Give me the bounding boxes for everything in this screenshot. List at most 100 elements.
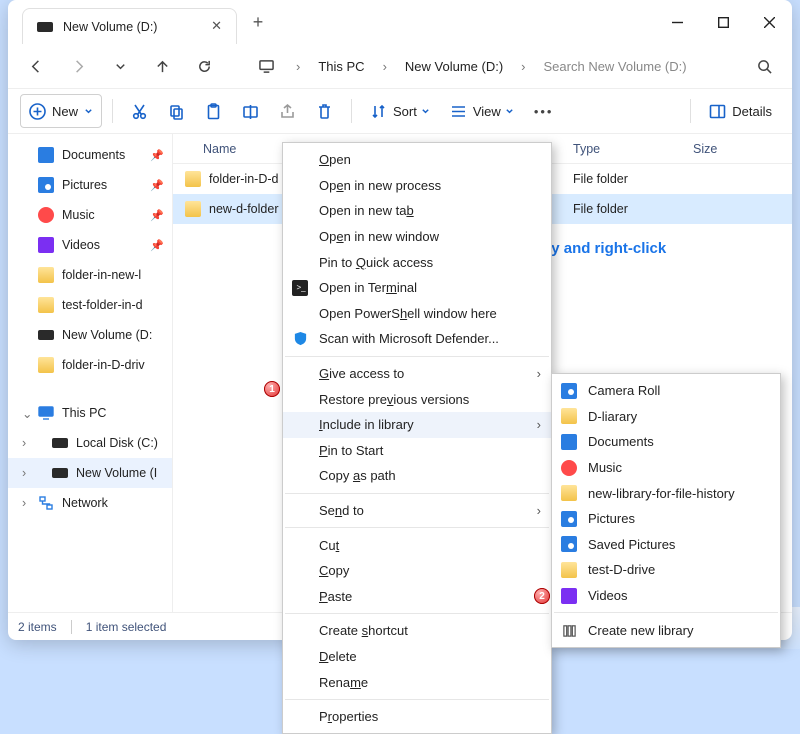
tab-close-icon[interactable]: ✕ xyxy=(211,19,222,34)
details-pane-button[interactable]: Details xyxy=(701,94,780,128)
recent-button[interactable] xyxy=(102,48,138,84)
column-size[interactable]: Size xyxy=(693,142,773,156)
forward-button[interactable] xyxy=(60,48,96,84)
step-badge-1: 1 xyxy=(264,381,280,397)
menu-item[interactable]: Paste xyxy=(283,584,551,610)
copy-button[interactable] xyxy=(160,94,193,128)
sidebar-item[interactable]: Music📌 xyxy=(8,200,172,230)
sort-button[interactable]: Sort xyxy=(362,94,438,128)
pin-icon: 📌 xyxy=(150,149,164,162)
refresh-button[interactable] xyxy=(186,48,222,84)
sidebar-drive[interactable]: ›New Volume (I xyxy=(8,458,172,488)
delete-button[interactable] xyxy=(308,94,341,128)
breadcrumb-chevron[interactable]: › xyxy=(290,59,306,74)
menu-item[interactable]: Properties xyxy=(283,704,551,730)
pic-icon xyxy=(561,511,577,527)
sidebar-item[interactable]: folder-in-D-driv xyxy=(8,350,172,380)
folder-icon xyxy=(38,267,54,283)
menu-item[interactable]: Restore previous versions xyxy=(283,386,551,412)
menu-item[interactable]: Cut xyxy=(283,532,551,558)
library-menu-item[interactable]: test-D-drive xyxy=(552,557,780,583)
menu-item[interactable]: Open in new tab xyxy=(283,198,551,224)
library-menu-item[interactable]: Camera Roll xyxy=(552,378,780,404)
menu-item[interactable]: >_Open in Terminal xyxy=(283,275,551,301)
up-button[interactable] xyxy=(144,48,180,84)
breadcrumb-this-pc[interactable]: This PC xyxy=(312,59,370,74)
folder-icon xyxy=(561,485,577,501)
menu-item[interactable]: Give access to› xyxy=(283,361,551,387)
folder-icon xyxy=(38,297,54,313)
pc-icon xyxy=(38,405,54,421)
menu-item[interactable]: Open in new process xyxy=(283,173,551,199)
menu-item[interactable]: Open PowerShell window here xyxy=(283,301,551,327)
video-icon xyxy=(561,588,577,604)
status-item-count: 2 items xyxy=(18,620,57,634)
new-button[interactable]: New xyxy=(20,94,102,128)
menu-item[interactable]: Scan with Microsoft Defender... xyxy=(283,326,551,352)
pic-icon xyxy=(561,536,577,552)
library-menu-item[interactable]: D-liarary xyxy=(552,404,780,430)
sidebar-drive[interactable]: ›Local Disk (C:) xyxy=(8,428,172,458)
sort-label: Sort xyxy=(393,104,417,119)
library-menu-item[interactable]: new-library-for-file-history xyxy=(552,480,780,506)
folder-icon xyxy=(561,408,577,424)
pc-icon[interactable] xyxy=(248,48,284,84)
sidebar-item[interactable]: folder-in-new-l xyxy=(8,260,172,290)
status-selection: 1 item selected xyxy=(86,620,167,634)
menu-item[interactable]: Delete xyxy=(283,644,551,670)
folder-icon xyxy=(38,357,54,373)
drive-icon xyxy=(52,438,68,448)
music-icon xyxy=(38,207,54,223)
submenu-arrow-icon: › xyxy=(537,366,541,381)
column-type[interactable]: Type xyxy=(573,142,693,156)
breadcrumb-volume[interactable]: New Volume (D:) xyxy=(399,59,509,74)
sidebar-this-pc[interactable]: ⌄This PC xyxy=(8,398,172,428)
menu-item[interactable]: Create shortcut xyxy=(283,618,551,644)
sidebar-item[interactable]: Documents📌 xyxy=(8,140,172,170)
menu-item[interactable]: Pin to Quick access xyxy=(283,249,551,275)
sidebar-network[interactable]: ›Network xyxy=(8,488,172,518)
rename-button[interactable] xyxy=(234,94,267,128)
menu-item[interactable]: Copy as path xyxy=(283,463,551,489)
library-menu-item[interactable]: Music xyxy=(552,455,780,481)
back-button[interactable] xyxy=(18,48,54,84)
network-icon xyxy=(38,495,54,511)
menu-item[interactable]: Pin to Start xyxy=(283,438,551,464)
library-menu-item[interactable]: Videos xyxy=(552,583,780,609)
share-button[interactable] xyxy=(271,94,304,128)
sidebar-item[interactable]: test-folder-in-d xyxy=(8,290,172,320)
new-tab-button[interactable]: + xyxy=(243,12,273,33)
library-menu-item[interactable]: Documents xyxy=(552,429,780,455)
minimize-button[interactable] xyxy=(654,2,700,42)
pin-icon: 📌 xyxy=(150,239,164,252)
submenu-arrow-icon: › xyxy=(537,417,541,432)
menu-item[interactable]: Open in new window xyxy=(283,224,551,250)
search-icon[interactable] xyxy=(746,48,782,84)
menu-item[interactable]: Include in library› xyxy=(283,412,551,438)
menu-item[interactable]: Send to› xyxy=(283,498,551,524)
maximize-button[interactable] xyxy=(700,2,746,42)
menu-item[interactable]: Rename xyxy=(283,669,551,695)
paste-button[interactable] xyxy=(197,94,230,128)
menu-item[interactable]: Open xyxy=(283,147,551,173)
sidebar-item[interactable]: Pictures📌 xyxy=(8,170,172,200)
breadcrumb-chevron[interactable]: › xyxy=(377,59,393,74)
window-tab[interactable]: New Volume (D:) ✕ xyxy=(22,8,237,44)
view-label: View xyxy=(473,104,501,119)
view-button[interactable]: View xyxy=(442,94,522,128)
tab-title: New Volume (D:) xyxy=(63,20,157,34)
menu-item[interactable]: Copy xyxy=(283,558,551,584)
folder-icon xyxy=(561,562,577,578)
new-label: New xyxy=(52,104,78,119)
library-menu-item[interactable]: Saved Pictures xyxy=(552,532,780,558)
close-button[interactable] xyxy=(746,2,792,42)
library-submenu: Camera RollD-liararyDocumentsMusicnew-li… xyxy=(551,373,781,648)
search-input[interactable]: Search New Volume (D:) xyxy=(538,59,740,74)
more-button[interactable]: ••• xyxy=(526,94,562,128)
cut-button[interactable] xyxy=(123,94,156,128)
breadcrumb-chevron[interactable]: › xyxy=(515,59,531,74)
library-menu-item[interactable]: Pictures xyxy=(552,506,780,532)
create-new-library[interactable]: Create new library xyxy=(552,617,780,643)
sidebar-item[interactable]: New Volume (D: xyxy=(8,320,172,350)
sidebar-item[interactable]: Videos📌 xyxy=(8,230,172,260)
